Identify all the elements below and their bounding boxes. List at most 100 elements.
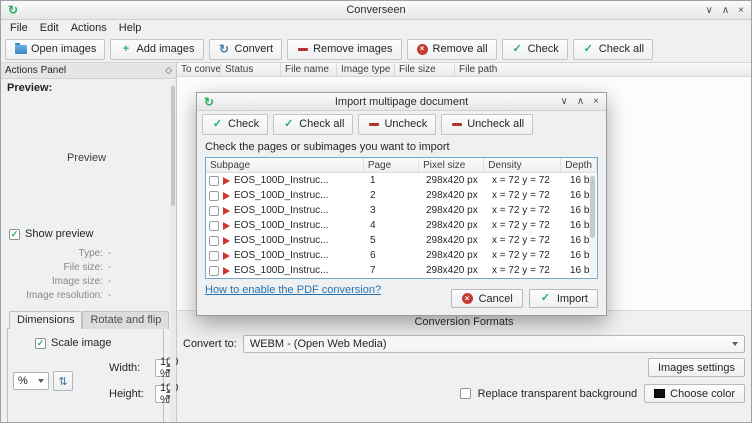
col-file-size[interactable]: File size — [395, 63, 455, 76]
tab-dimensions[interactable]: Dimensions — [9, 311, 82, 329]
replace-background-checkbox[interactable] — [460, 388, 471, 399]
table-row[interactable]: EOS_100D_Instruc... 3 298x420 px x = 72 … — [206, 203, 597, 218]
pixel-size: 298x420 px — [422, 250, 488, 261]
col-depth[interactable]: Depth — [561, 158, 597, 172]
actions-panel: Actions Panel ◇ Preview: Preview Show pr… — [1, 63, 177, 422]
scale-image-checkbox[interactable] — [35, 338, 46, 349]
check-label: Check — [528, 43, 559, 55]
pixel-size: 298x420 px — [422, 220, 488, 231]
cancel-button[interactable]: × Cancel — [451, 289, 523, 308]
folder-icon — [14, 43, 27, 56]
check-all-button[interactable]: ✓ Check all — [573, 39, 653, 60]
unit-select[interactable]: % — [13, 372, 49, 390]
page-number: 1 — [366, 175, 422, 186]
link-dimensions-button[interactable]: ⇅ — [53, 371, 73, 391]
open-images-button[interactable]: Open images — [5, 39, 105, 60]
image-resolution-label: Image resolution: — [7, 290, 103, 301]
density-value: x = 72 y = 72 — [488, 235, 566, 246]
convert-button[interactable]: ↻ Convert — [209, 39, 283, 60]
dialog-maximize-icon[interactable]: ∧ — [577, 96, 584, 107]
col-image-type[interactable]: Image type — [337, 63, 395, 76]
pages-table: Subpage Page Pixel size Density Depth EO… — [205, 157, 598, 279]
row-checkbox[interactable] — [209, 251, 219, 261]
minus-icon — [296, 43, 309, 56]
col-to-convert[interactable]: To convert — [177, 63, 221, 76]
convert-to-label: Convert to: — [183, 338, 237, 350]
table-row[interactable]: EOS_100D_Instruc... 1 298x420 px x = 72 … — [206, 173, 597, 188]
images-settings-button[interactable]: Images settings — [648, 358, 745, 377]
check-all-icon: ✓ — [582, 43, 595, 56]
dialog-uncheck-button[interactable]: Uncheck — [358, 114, 436, 135]
width-label: Width: — [109, 362, 151, 374]
panel-scrollbar[interactable] — [170, 80, 176, 422]
convert-to-select[interactable]: WEBM - (Open Web Media) — [243, 335, 745, 353]
dialog-minimize-icon[interactable]: ∨ — [561, 96, 568, 107]
convert-label: Convert — [235, 43, 274, 55]
remove-images-button[interactable]: Remove images — [287, 39, 401, 60]
minimize-icon[interactable]: ∨ — [706, 5, 713, 16]
subpage-name: EOS_100D_Instruc... — [234, 235, 329, 246]
dialog-app-icon: ↻ — [204, 96, 214, 108]
page-number: 5 — [366, 235, 422, 246]
col-pixel-size[interactable]: Pixel size — [419, 158, 484, 172]
image-resolution-value: - — [108, 290, 166, 301]
remove-all-button[interactable]: × Remove all — [407, 39, 497, 60]
subpage-name: EOS_100D_Instruc... — [234, 250, 329, 261]
dialog-check-all-button[interactable]: ✓ Check all — [273, 114, 353, 135]
page-number: 3 — [366, 205, 422, 216]
import-button[interactable]: ✓ Import — [529, 289, 598, 308]
preview-area: Preview — [7, 94, 166, 222]
table-scrollbar[interactable] — [589, 174, 596, 277]
menu-file[interactable]: File — [4, 21, 34, 35]
col-file-path[interactable]: File path — [455, 63, 751, 76]
check-button[interactable]: ✓ Check — [502, 39, 568, 60]
tab-rotate-and-flip[interactable]: Rotate and flip — [82, 311, 169, 329]
table-row[interactable]: EOS_100D_Instruc... 2 298x420 px x = 72 … — [206, 188, 597, 203]
row-checkbox[interactable] — [209, 206, 219, 216]
pixel-size: 298x420 px — [422, 235, 488, 246]
menu-actions[interactable]: Actions — [65, 21, 113, 35]
pages-table-header: Subpage Page Pixel size Density Depth — [206, 158, 597, 173]
row-checkbox[interactable] — [209, 191, 219, 201]
col-status[interactable]: Status — [221, 63, 281, 76]
add-images-button[interactable]: + Add images — [110, 39, 203, 60]
col-file-name[interactable]: File name — [281, 63, 337, 76]
page-number: 4 — [366, 220, 422, 231]
subpage-name: EOS_100D_Instruc... — [234, 265, 329, 276]
height-label: Height: — [109, 388, 151, 400]
scrollbar-thumb[interactable] — [171, 86, 175, 206]
pdf-icon — [223, 192, 230, 200]
table-row[interactable]: EOS_100D_Instruc... 6 298x420 px x = 72 … — [206, 248, 597, 263]
pdf-help-link[interactable]: How to enable the PDF conversion? — [205, 284, 381, 296]
row-checkbox[interactable] — [209, 266, 219, 276]
table-row[interactable]: EOS_100D_Instruc... 4 298x420 px x = 72 … — [206, 218, 597, 233]
dialog-uncheck-all-button[interactable]: Uncheck all — [441, 114, 533, 135]
page-number: 7 — [366, 265, 422, 276]
undock-icon[interactable]: ◇ — [165, 65, 172, 76]
dialog-close-icon[interactable]: × — [593, 96, 599, 107]
image-size-value: - — [108, 276, 166, 287]
type-label: Type: — [7, 248, 103, 259]
type-value: - — [108, 248, 166, 259]
row-checkbox[interactable] — [209, 221, 219, 231]
col-page[interactable]: Page — [364, 158, 419, 172]
menu-help[interactable]: Help — [113, 21, 148, 35]
row-checkbox[interactable] — [209, 236, 219, 246]
menu-edit[interactable]: Edit — [34, 21, 65, 35]
dialog-check-button[interactable]: ✓ Check — [202, 114, 268, 135]
check-all-label: Check all — [599, 43, 644, 55]
col-subpage[interactable]: Subpage — [206, 158, 364, 172]
maximize-icon[interactable]: ∧ — [722, 5, 729, 16]
col-density[interactable]: Density — [484, 158, 561, 172]
show-preview-checkbox[interactable] — [9, 229, 20, 240]
table-row[interactable]: EOS_100D_Instruc... 5 298x420 px x = 72 … — [206, 233, 597, 248]
density-value: x = 72 y = 72 — [488, 190, 566, 201]
actions-panel-title: Actions Panel — [5, 65, 66, 76]
table-row[interactable]: EOS_100D_Instruc... 7 298x420 px x = 72 … — [206, 263, 597, 278]
scrollbar-thumb[interactable] — [590, 176, 595, 238]
row-checkbox[interactable] — [209, 176, 219, 186]
close-icon[interactable]: × — [738, 5, 744, 16]
choose-color-button[interactable]: Choose color — [644, 384, 745, 403]
images-settings-label: Images settings — [658, 362, 735, 374]
pdf-icon — [223, 177, 230, 185]
